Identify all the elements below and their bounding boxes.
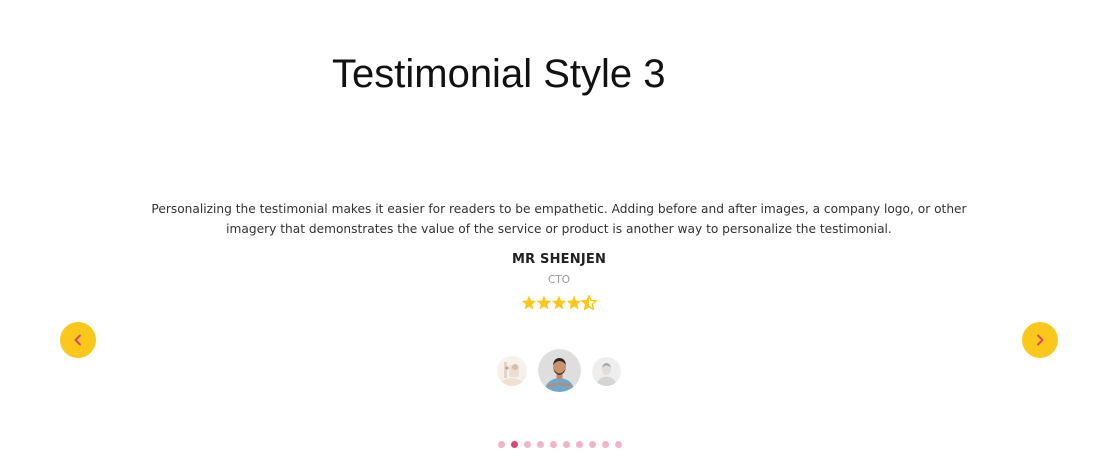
previous-client-avatar[interactable] <box>497 356 527 386</box>
pagination-dot[interactable] <box>589 441 596 448</box>
active-client-avatar[interactable] <box>538 349 581 392</box>
chevron-right-icon <box>1037 334 1044 346</box>
pagination-dot[interactable] <box>576 441 583 448</box>
pagination-dot[interactable] <box>537 441 544 448</box>
pagination-dot[interactable] <box>511 441 518 448</box>
testimonial-section: Testimonial Style 3 Personalizing the te… <box>0 0 1105 459</box>
testimonial-author-name: MR SHENJEN <box>511 252 607 267</box>
star-icon <box>581 294 597 311</box>
pagination-dot[interactable] <box>615 441 622 448</box>
star-rating <box>521 294 597 311</box>
star-icon <box>536 295 552 310</box>
avatar-image <box>592 357 621 386</box>
pagination-dot[interactable] <box>563 441 570 448</box>
page-title: Testimonial Style 3 <box>332 52 666 96</box>
prev-testimonial-button[interactable] <box>60 322 96 358</box>
star-icon <box>551 295 567 310</box>
star-icon <box>566 295 582 310</box>
pagination-dot[interactable] <box>602 441 609 448</box>
next-testimonial-button[interactable] <box>1022 322 1058 358</box>
carousel-pagination <box>498 441 622 448</box>
pagination-dot[interactable] <box>550 441 557 448</box>
avatar-image <box>538 349 581 392</box>
pagination-dot[interactable] <box>524 441 531 448</box>
testimonial-quote: Personalizing the testimonial makes it e… <box>151 202 967 236</box>
testimonial-author-role: CTO <box>547 274 570 286</box>
pagination-dot[interactable] <box>498 441 505 448</box>
chevron-left-icon <box>74 334 81 346</box>
star-icon <box>521 295 537 310</box>
next-client-avatar[interactable] <box>592 357 621 386</box>
avatar-image <box>497 356 527 386</box>
